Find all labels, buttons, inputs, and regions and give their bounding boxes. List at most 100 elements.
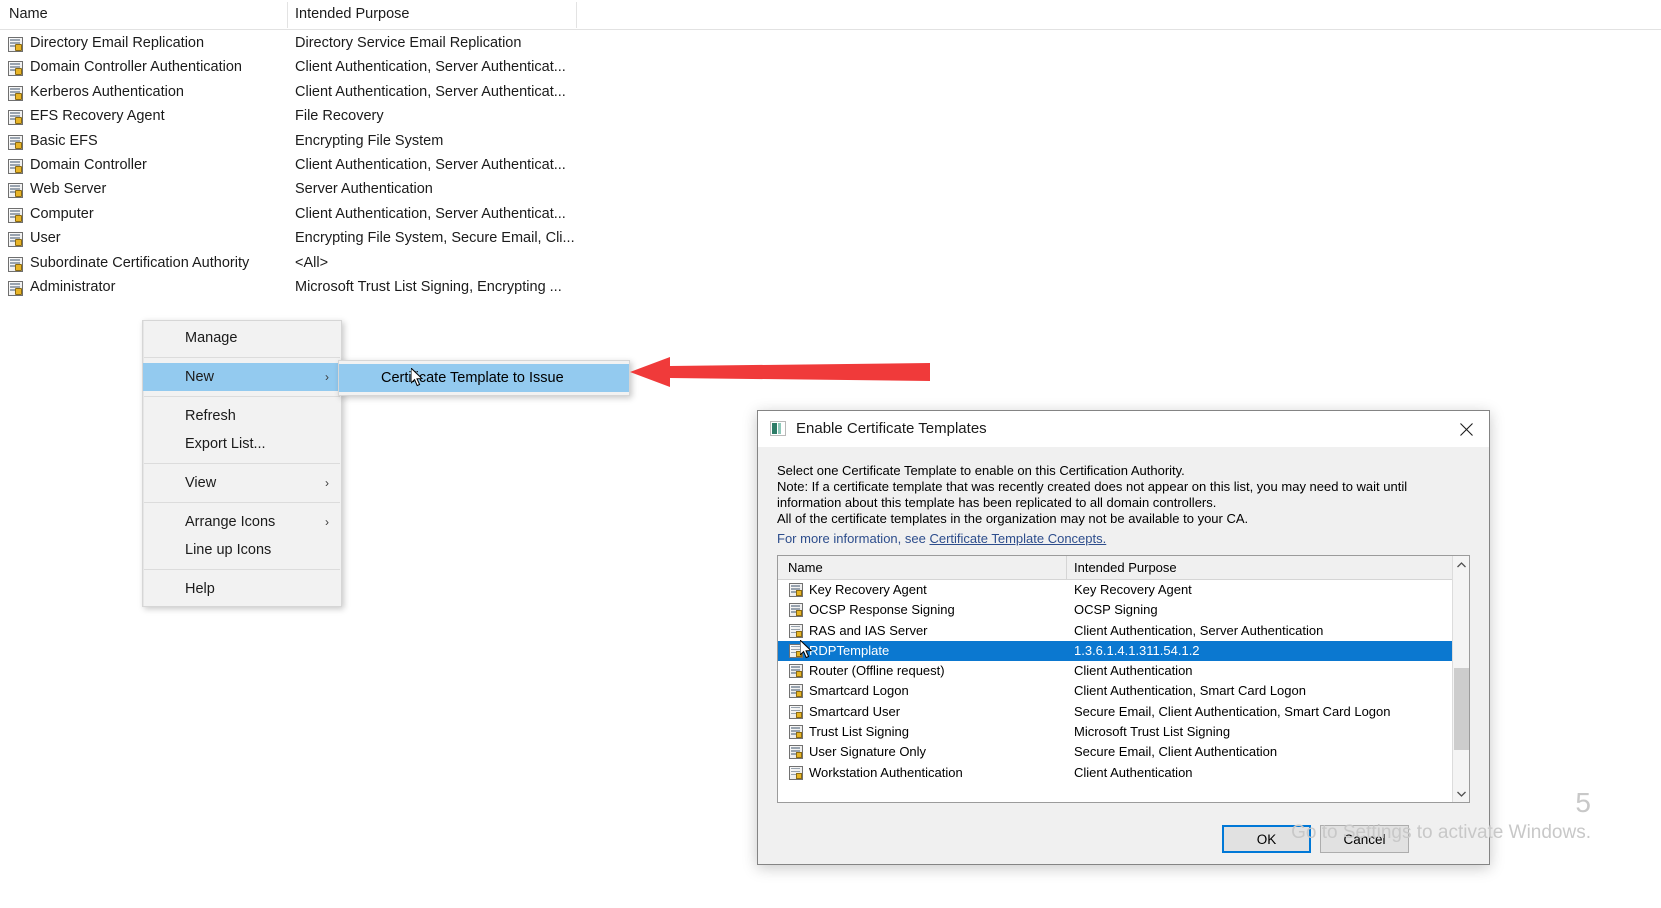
menu-item-new[interactable]: New› (143, 363, 341, 391)
listview-row[interactable]: Workstation AuthenticationClient Authent… (778, 763, 1469, 783)
listview-row[interactable]: Key Recovery AgentKey Recovery Agent (778, 580, 1469, 600)
dialog-description-line-1: Select one Certificate Template to enabl… (777, 463, 1185, 479)
listview-row-intended-purpose: Secure Email, Client Authentication (1074, 744, 1277, 759)
row-intended-purpose: Encrypting File System (295, 133, 443, 149)
listview-row-intended-purpose: Client Authentication, Smart Card Logon (1074, 683, 1306, 698)
enable-certificate-templates-dialog: Enable Certificate Templates Select one … (757, 410, 1490, 865)
listview-scrollbar[interactable] (1452, 556, 1469, 802)
close-icon[interactable] (1443, 411, 1489, 447)
menu-item-refresh[interactable]: Refresh (143, 402, 341, 430)
column-header-name[interactable]: Name (9, 6, 48, 22)
row-name: Subordinate Certification Authority (30, 255, 249, 271)
table-row[interactable]: Subordinate Certification Authority<All> (0, 253, 1661, 277)
menu-item-label: New (185, 369, 214, 385)
table-row[interactable]: AdministratorMicrosoft Trust List Signin… (0, 277, 1661, 301)
table-row[interactable]: Domain ControllerClient Authentication, … (0, 155, 1661, 179)
row-intended-purpose: Client Authentication, Server Authentica… (295, 84, 566, 100)
menu-item-manage[interactable]: Manage (143, 324, 341, 352)
certificate-template-icon (8, 232, 23, 247)
dialog-title-bar[interactable]: Enable Certificate Templates (758, 411, 1489, 447)
scroll-up-icon[interactable] (1453, 556, 1469, 573)
menu-item-label: Arrange Icons (185, 514, 275, 530)
menu-item-label: Help (185, 581, 215, 597)
menu-item-export-list[interactable]: Export List... (143, 430, 341, 458)
row-name: Basic EFS (30, 133, 98, 149)
listview-row[interactable]: User Signature Only Secure Email, Client … (778, 742, 1469, 762)
dialog-title: Enable Certificate Templates (796, 420, 987, 437)
table-row[interactable]: Basic EFS Encrypting File System (0, 131, 1661, 155)
certificate-template-icon (789, 664, 803, 678)
certificate-template-icon (789, 624, 803, 638)
row-intended-purpose: Client Authentication, Server Authentica… (295, 59, 566, 75)
certificate-template-icon (8, 37, 23, 52)
scrollbar-thumb[interactable] (1454, 668, 1469, 750)
row-name: Web Server (30, 181, 106, 197)
menu-item-label: View (185, 475, 216, 491)
ok-button[interactable]: OK (1222, 825, 1311, 853)
certificate-templates-list: Name Intended Purpose Directory Email Re… (0, 0, 1661, 292)
listview-row-intended-purpose: OCSP Signing (1074, 602, 1158, 617)
certificate-template-icon (789, 725, 803, 739)
row-intended-purpose: Server Authentication (295, 181, 433, 197)
listview-row[interactable]: OCSP Response Signing OCSP Signing (778, 600, 1469, 620)
row-name: Domain Controller Authentication (30, 59, 242, 75)
certificate-template-icon (8, 110, 23, 125)
listview-row-name: User Signature Only (809, 744, 926, 759)
column-header-intended-purpose[interactable]: Intended Purpose (295, 6, 409, 22)
listview-row-intended-purpose: Secure Email, Client Authentication, Sma… (1074, 704, 1391, 719)
listview-row[interactable]: Router (Offline request)Client Authentic… (778, 661, 1469, 681)
listview-row-name: RDPTemplate (809, 643, 889, 658)
dialog-description-line-3: information about this template has been… (777, 495, 1216, 511)
listview-row-intended-purpose: Key Recovery Agent (1074, 582, 1192, 597)
menu-item-label: Refresh (185, 408, 236, 424)
certificate-template-listview[interactable]: Name Intended Purpose Key Recovery Agent… (777, 555, 1470, 803)
listview-row[interactable]: Trust List SigningMicrosoft Trust List S… (778, 722, 1469, 742)
menu-separator (144, 396, 340, 397)
listview-row-intended-purpose: Client Authentication (1074, 765, 1193, 780)
certificate-template-icon (789, 684, 803, 698)
context-submenu-new[interactable]: Certificate Template to Issue (338, 360, 630, 396)
listview-row-intended-purpose: Client Authentication, Server Authentica… (1074, 623, 1323, 638)
listview-column-divider[interactable] (1066, 556, 1067, 580)
menu-item-arrange-icons[interactable]: Arrange Icons› (143, 508, 341, 536)
listview-column-name[interactable]: Name (788, 560, 823, 575)
list-column-header: Name Intended Purpose (0, 0, 1661, 30)
table-row[interactable]: Kerberos AuthenticationClient Authentica… (0, 82, 1661, 106)
certificate-template-icon (789, 745, 803, 759)
certificate-template-concepts-link[interactable]: Certificate Template Concepts. (929, 531, 1106, 546)
certificate-template-icon (8, 281, 23, 296)
certificate-template-icon (8, 257, 23, 272)
certificate-template-icon (8, 208, 23, 223)
certificate-template-icon (789, 766, 803, 780)
context-menu[interactable]: Manage New› Refresh Export List... View› Arra… (142, 320, 342, 607)
table-row[interactable]: ComputerClient Authentication, Server Au… (0, 204, 1661, 228)
scroll-down-icon[interactable] (1453, 785, 1469, 802)
cancel-button[interactable]: Cancel (1320, 825, 1409, 853)
menu-item-line-up-icons[interactable]: Line up Icons (143, 536, 341, 564)
row-intended-purpose: Microsoft Trust List Signing, Encrypting… (295, 279, 562, 295)
listview-row[interactable]: RAS and IAS ServerClient Authentication,… (778, 621, 1469, 641)
certificate-template-icon (789, 583, 803, 597)
submenu-item-label: Certificate Template to Issue (381, 370, 564, 386)
table-row[interactable]: Domain Controller Authentication Client A… (0, 57, 1661, 81)
listview-row[interactable]: Smartcard LogonClient Authentication, Sm… (778, 681, 1469, 701)
listview-column-intended-purpose[interactable]: Intended Purpose (1074, 560, 1177, 575)
column-divider[interactable] (287, 2, 288, 28)
table-row[interactable]: Directory Email ReplicationDirectory Ser… (0, 33, 1661, 57)
table-row[interactable]: Web Server Server Authentication (0, 179, 1661, 203)
row-name: User (30, 230, 61, 246)
row-name: Domain Controller (30, 157, 147, 173)
menu-item-view[interactable]: View› (143, 469, 341, 497)
submenu-item-certificate-template-to-issue[interactable]: Certificate Template to Issue (339, 364, 629, 392)
listview-row[interactable]: Smartcard UserSecure Email, Client Authe… (778, 702, 1469, 722)
listview-column-header: Name Intended Purpose (778, 556, 1469, 580)
table-row[interactable]: UserEncrypting File System, Secure Email… (0, 228, 1661, 252)
row-name: Computer (30, 206, 94, 222)
column-divider[interactable] (576, 2, 577, 28)
listview-row-name: Router (Offline request) (809, 663, 945, 678)
more-information-line: For more information, see Certificate Te… (777, 531, 1106, 546)
table-row[interactable]: EFS Recovery AgentFile Recovery (0, 106, 1661, 130)
menu-item-help[interactable]: Help (143, 575, 341, 603)
listview-row-name: OCSP Response Signing (809, 602, 955, 617)
listview-row[interactable]: RDPTemplate1.3.6.1.4.1.311.54.1.2 (778, 641, 1469, 661)
